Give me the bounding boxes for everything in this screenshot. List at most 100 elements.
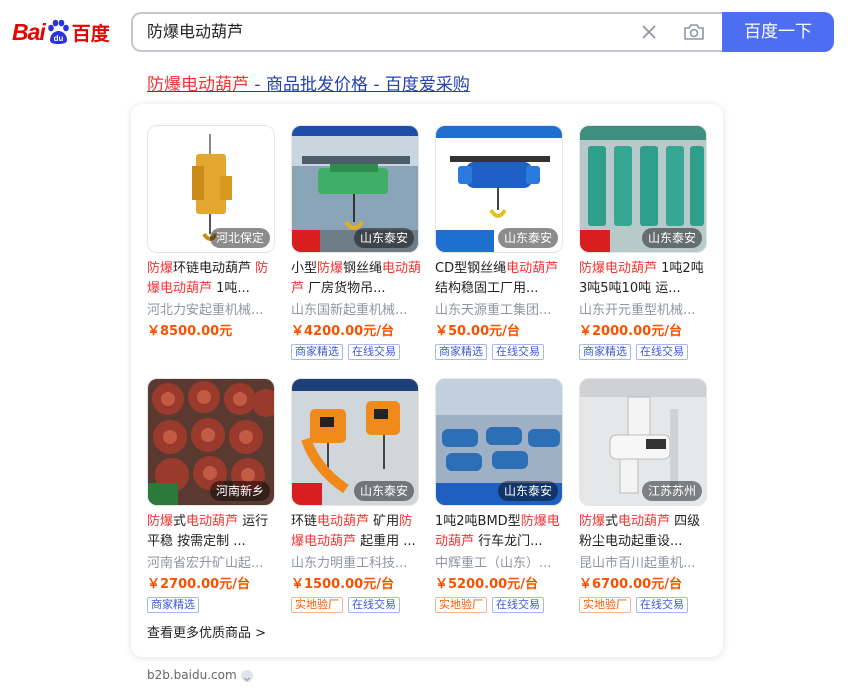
product-name-link[interactable]: 防爆式电动葫芦 四级粉尘电动起重设... xyxy=(579,512,711,552)
product-tag[interactable]: 实地验厂 xyxy=(435,597,487,613)
product-image[interactable]: 河南新乡 xyxy=(147,378,275,506)
product-image[interactable]: 山东泰安 xyxy=(435,378,563,506)
product-image[interactable]: 河北保定 xyxy=(147,125,275,253)
product-name-link[interactable]: 1吨2吨BMD型防爆电动葫芦 行车龙门... xyxy=(435,512,567,552)
logo-text-cn: 百度 xyxy=(71,22,110,45)
search-button[interactable]: 百度一下 xyxy=(722,12,834,52)
result-title-link[interactable]: 防爆电动葫芦 - 商品批发价格 - 百度爱采购 xyxy=(147,73,470,97)
product-name-segment: 电动葫芦 xyxy=(618,514,671,529)
product-name-segment: 电动葫芦 xyxy=(317,514,370,529)
result-title-rest: - 商品批发价格 - 百度爱采购 xyxy=(249,75,470,95)
product-name-segment: 电动葫芦 xyxy=(186,514,239,529)
product-shop-name[interactable]: 山东国新起重机械... xyxy=(291,301,421,321)
product-name-link[interactable]: 防爆环链电动葫芦 防爆电动葫芦 1吨... xyxy=(147,259,279,299)
product-tags: 商家精选 xyxy=(147,597,199,613)
baidu-paw-logo-icon: du xyxy=(46,19,70,45)
product-price: ￥1500.00元/台 xyxy=(291,577,394,592)
product-tag[interactable]: 商家精选 xyxy=(291,344,343,360)
product-name-link[interactable]: 防爆电动葫芦 1吨2吨3吨5吨10吨 运... xyxy=(579,259,711,299)
product-item[interactable]: 江苏苏州防爆式电动葫芦 四级粉尘电动起重设... 昆山市百川起重机... ￥6700… xyxy=(579,378,709,618)
product-tag[interactable]: 实地验厂 xyxy=(291,597,343,613)
product-name-segment: 式 xyxy=(173,514,187,529)
product-price: ￥8500.00元 xyxy=(147,324,233,339)
product-shop-name[interactable]: 昆山市百川起重机... xyxy=(579,554,709,574)
product-tag[interactable]: 在线交易 xyxy=(636,597,688,613)
product-location-badge: 山东泰安 xyxy=(641,228,702,248)
product-image[interactable]: 山东泰安 xyxy=(291,125,419,253)
product-tags: 实地验厂 在线交易 xyxy=(579,597,688,613)
source-menu-icon[interactable] xyxy=(241,670,253,682)
product-tag[interactable]: 商家精选 xyxy=(435,344,487,360)
product-shop-name[interactable]: 山东天源重工集团... xyxy=(435,301,565,321)
product-name-segment: 防爆 xyxy=(579,514,606,529)
product-item[interactable]: 河北保定防爆环链电动葫芦 防爆电动葫芦 1吨... 河北力安起重机械... ￥850… xyxy=(147,125,277,365)
product-location-badge: 河南新乡 xyxy=(209,481,270,501)
product-name-segment: 起重用 ... xyxy=(356,534,416,549)
camera-icon[interactable] xyxy=(683,22,705,42)
product-tags: 商家精选 在线交易 xyxy=(435,344,544,360)
product-image[interactable]: 山东泰安 xyxy=(291,378,419,506)
product-name-segment: 矿用 xyxy=(369,514,400,529)
product-shop-name[interactable]: 河北力安起重机械... xyxy=(147,301,277,321)
product-name-link[interactable]: CD型钢丝绳电动葫芦 结构稳固工厂用... xyxy=(435,259,567,299)
search-box[interactable]: 防爆电动葫芦 xyxy=(131,12,723,52)
product-item[interactable]: 山东泰安 CD型钢丝绳电动葫芦 结构稳固工厂用... 山东天源重工集团... ￥50.… xyxy=(435,125,565,365)
product-item[interactable]: 山东泰安环链电动葫芦 矿用防爆电动葫芦 起重用 ... 山东力明重工科技... ￥1… xyxy=(291,378,421,618)
product-name-segment: 防爆电动葫芦 xyxy=(579,261,658,276)
product-name-segment: 防爆 xyxy=(317,261,344,276)
product-name-segment: 1吨... xyxy=(212,281,250,296)
product-name-segment: 钢丝绳 xyxy=(343,261,383,276)
result-title-highlight: 防爆电动葫芦 xyxy=(147,75,249,95)
more-products-link[interactable]: 查看更多优质商品 > xyxy=(147,625,266,643)
baidu-logo[interactable]: Bai du 百度 xyxy=(12,14,110,50)
product-price: ￥4200.00元/台 xyxy=(291,324,394,339)
product-price: ￥2000.00元/台 xyxy=(579,324,682,339)
product-shop-name[interactable]: 山东力明重工科技... xyxy=(291,554,421,574)
product-location-badge: 河北保定 xyxy=(209,228,270,248)
product-location-badge: 山东泰安 xyxy=(497,228,558,248)
product-tag[interactable]: 在线交易 xyxy=(492,344,544,360)
product-price: ￥2700.00元/台 xyxy=(147,577,250,592)
product-name-segment: 1吨2吨BMD型 xyxy=(435,514,521,529)
product-tags: 实地验厂 在线交易 xyxy=(291,597,400,613)
product-name-segment: 防爆 xyxy=(147,514,174,529)
product-name-link[interactable]: 环链电动葫芦 矿用防爆电动葫芦 起重用 ... xyxy=(291,512,423,552)
product-name-segment: 防爆 xyxy=(147,261,174,276)
product-tag[interactable]: 商家精选 xyxy=(579,344,631,360)
product-shop-name[interactable]: 河南省宏升矿山起... xyxy=(147,554,277,574)
search-input[interactable]: 防爆电动葫芦 xyxy=(147,14,587,50)
product-price: ￥6700.00元/台 xyxy=(579,577,682,592)
product-item[interactable]: 山东泰安 1吨2吨BMD型防爆电动葫芦 行车龙门... 中辉重工（山东）... ￥52… xyxy=(435,378,565,618)
product-location-badge: 山东泰安 xyxy=(353,481,414,501)
header: Bai du 百度 防爆电动葫芦 百度一下 xyxy=(0,0,854,62)
product-name-segment: 小型 xyxy=(291,261,318,276)
product-tag[interactable]: 实地验厂 xyxy=(579,597,631,613)
product-item[interactable]: 山东泰安小型防爆钢丝绳电动葫芦 厂房货物吊... 山东国新起重机械... ￥4200… xyxy=(291,125,421,365)
product-name-link[interactable]: 防爆式电动葫芦 运行平稳 按需定制 ... xyxy=(147,512,279,552)
product-name-segment: 厂房货物吊... xyxy=(304,281,386,296)
product-tags: 商家精选 在线交易 xyxy=(291,344,400,360)
product-tag[interactable]: 在线交易 xyxy=(636,344,688,360)
product-name-segment: 结构稳固工厂用... xyxy=(435,281,539,296)
product-name-segment: 环链电动葫芦 xyxy=(173,261,256,276)
product-name-segment: 式 xyxy=(605,514,619,529)
product-image[interactable]: 山东泰安 xyxy=(435,125,563,253)
product-tag[interactable]: 在线交易 xyxy=(492,597,544,613)
product-tag[interactable]: 在线交易 xyxy=(348,344,400,360)
close-icon[interactable] xyxy=(639,22,659,42)
product-item[interactable]: 山东泰安防爆电动葫芦 1吨2吨3吨5吨10吨 运... 山东开元重型机械... ￥2… xyxy=(579,125,709,365)
product-image[interactable]: 山东泰安 xyxy=(579,125,707,253)
product-tag[interactable]: 商家精选 xyxy=(147,597,199,613)
logo-text-bai: Bai xyxy=(12,18,46,45)
source-url[interactable]: b2b.baidu.com xyxy=(147,666,237,684)
product-image[interactable]: 江苏苏州 xyxy=(579,378,707,506)
product-tags: 商家精选 在线交易 xyxy=(579,344,688,360)
product-name-segment: 行车龙门... xyxy=(474,534,543,549)
product-shop-name[interactable]: 山东开元重型机械... xyxy=(579,301,709,321)
product-tag[interactable]: 在线交易 xyxy=(348,597,400,613)
svg-text:du: du xyxy=(53,34,63,43)
product-name-link[interactable]: 小型防爆钢丝绳电动葫芦 厂房货物吊... xyxy=(291,259,423,299)
product-item[interactable]: 河南新乡防爆式电动葫芦 运行平稳 按需定制 ... 河南省宏升矿山起... ￥270… xyxy=(147,378,277,618)
product-shop-name[interactable]: 中辉重工（山东）... xyxy=(435,554,565,574)
product-location-badge: 山东泰安 xyxy=(497,481,558,501)
